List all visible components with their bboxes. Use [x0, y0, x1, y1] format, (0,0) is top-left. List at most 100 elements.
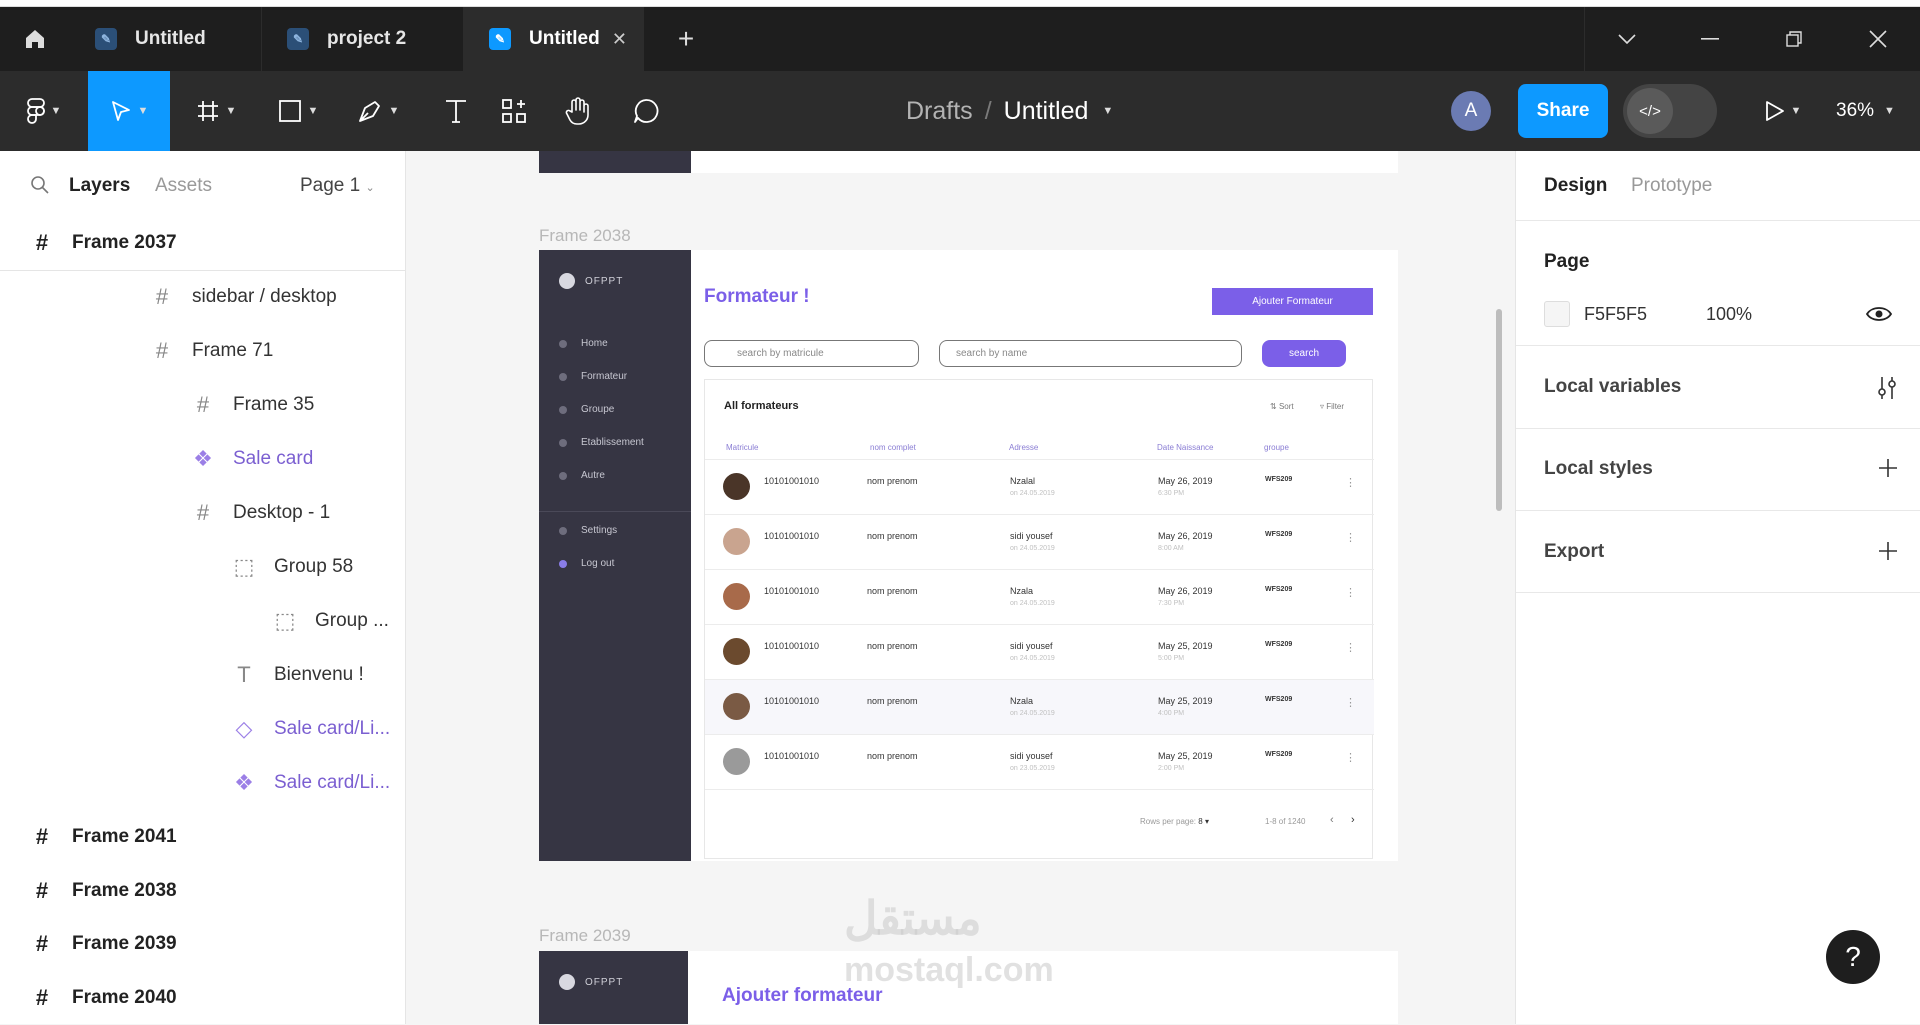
- cell-adresse: Nzalal: [1010, 476, 1036, 486]
- table-row[interactable]: 10101001010 nom prenom Nzala on 24.05.20…: [705, 679, 1374, 734]
- nav-item-groupe[interactable]: Groupe: [559, 404, 614, 415]
- canvas[interactable]: Frame 2038 OFPPT Home Formateur Groupe E…: [406, 151, 1515, 1024]
- new-tab-button[interactable]: +: [644, 7, 728, 71]
- cell-nom: nom prenom: [867, 586, 918, 596]
- page-selector[interactable]: Page 1 ⌄: [300, 175, 375, 197]
- tab-project-2[interactable]: ✎ project 2: [262, 7, 464, 71]
- text-tool[interactable]: [428, 71, 484, 151]
- present-button[interactable]: ▼: [1748, 71, 1818, 151]
- nav-item-etablissement[interactable]: Etablissement: [559, 437, 644, 448]
- column-header[interactable]: Matricule: [726, 443, 758, 452]
- table-row[interactable]: 10101001010 nom prenom sidi yousef on 24…: [705, 514, 1374, 569]
- hand-tool[interactable]: [550, 71, 606, 151]
- tab-design[interactable]: Design: [1544, 175, 1607, 197]
- close-window-button[interactable]: [1836, 7, 1920, 71]
- nav-item-logout[interactable]: Log out: [559, 558, 614, 569]
- layer-item[interactable]: # Frame 2040: [30, 971, 177, 1025]
- sort-button[interactable]: ⇅ Sort: [1270, 402, 1294, 411]
- layer-item[interactable]: # Desktop - 1: [191, 486, 330, 540]
- nav-item-settings[interactable]: Settings: [559, 525, 617, 536]
- frame-label[interactable]: Frame 2039: [539, 926, 631, 946]
- prev-page-icon[interactable]: ‹: [1330, 814, 1334, 826]
- frame-2037-bottom[interactable]: [539, 151, 1398, 173]
- local-styles-section[interactable]: Local styles: [1516, 429, 1920, 511]
- minimize-button[interactable]: [1668, 7, 1752, 71]
- layer-item[interactable]: ❖ Sale card: [191, 432, 313, 486]
- main-menu-button[interactable]: ▼: [16, 71, 72, 151]
- move-tool[interactable]: ▼: [88, 71, 170, 151]
- plus-icon[interactable]: [1878, 458, 1898, 478]
- variables-icon[interactable]: [1876, 375, 1898, 401]
- zoom-control[interactable]: 36% ▼: [1836, 71, 1895, 151]
- layer-item[interactable]: ⬚ Group ...: [273, 594, 389, 648]
- eye-icon[interactable]: [1866, 305, 1892, 323]
- more-icon[interactable]: ⋮: [1345, 696, 1356, 709]
- layer-item[interactable]: # Frame 2037: [30, 216, 177, 270]
- more-icon[interactable]: ⋮: [1345, 586, 1356, 599]
- column-header[interactable]: Adresse: [1009, 443, 1038, 452]
- nav-item-home[interactable]: Home: [559, 338, 608, 349]
- layer-item[interactable]: # Frame 2038: [30, 864, 177, 918]
- page-color-value[interactable]: F5F5F5: [1584, 304, 1647, 325]
- chevron-down-icon[interactable]: ▼: [1102, 105, 1113, 117]
- layer-item[interactable]: ❖ Sale card/Li...: [232, 756, 390, 810]
- frame-tool[interactable]: ▼: [188, 71, 244, 151]
- dev-mode-toggle[interactable]: </>: [1623, 84, 1717, 138]
- layer-item[interactable]: ⬚ Group 58: [232, 540, 354, 594]
- filter-button[interactable]: ▿ Filter: [1320, 402, 1344, 411]
- tab-untitled-1[interactable]: ✎ Untitled: [70, 7, 262, 71]
- more-icon[interactable]: ⋮: [1345, 751, 1356, 764]
- restore-button[interactable]: [1752, 7, 1836, 71]
- export-section[interactable]: Export: [1516, 511, 1920, 593]
- next-page-icon[interactable]: ›: [1351, 814, 1355, 826]
- local-variables-section[interactable]: Local variables: [1516, 346, 1920, 429]
- close-tab-icon[interactable]: ✕: [612, 29, 627, 50]
- layer-item[interactable]: T Bienvenu !: [232, 648, 364, 702]
- table-row[interactable]: 10101001010 nom prenom Nzala on 24.05.20…: [705, 569, 1374, 624]
- avatar[interactable]: A: [1451, 91, 1491, 131]
- search-matricule-input[interactable]: search by matricule: [704, 340, 919, 367]
- more-icon[interactable]: ⋮: [1345, 476, 1356, 489]
- search-icon[interactable]: [30, 175, 50, 195]
- more-icon[interactable]: ⋮: [1345, 531, 1356, 544]
- frame-2038[interactable]: OFPPT Home Formateur Groupe Etablissemen…: [539, 250, 1398, 861]
- help-button[interactable]: ?: [1826, 930, 1880, 984]
- tab-assets[interactable]: Assets: [155, 175, 212, 197]
- search-button[interactable]: search: [1262, 340, 1346, 367]
- layer-item[interactable]: # Frame 2041: [30, 810, 177, 864]
- layer-item[interactable]: # sidebar / desktop: [150, 270, 337, 324]
- resources-tool[interactable]: [486, 71, 542, 151]
- more-icon[interactable]: ⋮: [1345, 641, 1356, 654]
- frame-label[interactable]: Frame 2038: [539, 226, 631, 246]
- add-formateur-button[interactable]: Ajouter Formateur: [1212, 288, 1373, 315]
- column-header[interactable]: nom complet: [870, 443, 916, 452]
- canvas-scrollbar[interactable]: [1496, 309, 1502, 511]
- column-header[interactable]: groupe: [1264, 443, 1289, 452]
- comment-tool[interactable]: [618, 71, 674, 151]
- page-opacity-value[interactable]: 100%: [1706, 304, 1752, 325]
- file-name[interactable]: Untitled: [1004, 97, 1089, 126]
- search-name-input[interactable]: search by name: [939, 340, 1242, 367]
- column-header[interactable]: Date Naissance: [1157, 443, 1213, 452]
- breadcrumb-drafts[interactable]: Drafts: [906, 97, 973, 126]
- chevron-down-icon[interactable]: [1584, 7, 1668, 71]
- pen-tool[interactable]: ▼: [350, 71, 406, 151]
- nav-item-formateur[interactable]: Formateur: [559, 371, 627, 382]
- layer-item[interactable]: # Frame 35: [191, 378, 314, 432]
- tab-prototype[interactable]: Prototype: [1631, 175, 1712, 197]
- table-row[interactable]: 10101001010 nom prenom sidi yousef on 23…: [705, 734, 1374, 789]
- nav-item-autre[interactable]: Autre: [559, 470, 605, 481]
- home-button[interactable]: [0, 7, 70, 71]
- layer-item[interactable]: # Frame 2039: [30, 917, 177, 971]
- shape-tool[interactable]: ▼: [270, 71, 326, 151]
- tab-layers[interactable]: Layers: [69, 175, 130, 197]
- share-button[interactable]: Share: [1518, 84, 1608, 138]
- tab-untitled-active[interactable]: ✎ Untitled ✕: [464, 7, 644, 71]
- color-swatch[interactable]: [1544, 301, 1570, 327]
- table-row[interactable]: 10101001010 nom prenom sidi yousef on 24…: [705, 624, 1374, 679]
- rows-per-page-select[interactable]: 8 ▾: [1198, 817, 1209, 826]
- table-row[interactable]: 10101001010 nom prenom Nzalal on 24.05.2…: [705, 459, 1374, 514]
- layer-item[interactable]: # Frame 71: [150, 324, 273, 378]
- layer-item[interactable]: ◇ Sale card/Li...: [232, 702, 391, 756]
- plus-icon[interactable]: [1878, 541, 1898, 561]
